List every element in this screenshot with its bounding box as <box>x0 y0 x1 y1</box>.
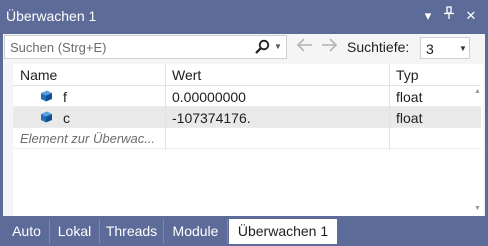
window-menu-dropdown-icon[interactable]: ▾ <box>419 6 437 26</box>
column-divider <box>165 64 166 150</box>
watch-name: f <box>63 89 67 105</box>
search-depth-value: 3 <box>426 41 434 57</box>
watch-value[interactable]: -107374176. <box>172 110 251 126</box>
variable-cube-icon <box>40 111 53 123</box>
search-placeholder: Suchen (Strg+E) <box>10 40 107 55</box>
tab-strip: Auto Lokal Threads Module Überwachen 1 <box>0 216 488 246</box>
tab-auto[interactable]: Auto <box>4 219 50 244</box>
watch-window: Überwachen 1 ▾ ✕ Suchen (Strg+E) ▼ Sucht… <box>0 0 488 246</box>
scroll-down-icon[interactable]: ▼ <box>474 205 481 212</box>
watch-grid: Name Wert Typ f 0.00000000 float c -1073… <box>13 64 483 216</box>
watch-panel: Suchen (Strg+E) ▼ Suchtiefe: 3 ▼ Name We… <box>3 34 485 216</box>
tab-lokal[interactable]: Lokal <box>50 219 100 244</box>
tab-threads[interactable]: Threads <box>100 219 164 244</box>
window-title: Überwachen 1 <box>6 8 97 24</box>
column-header-type[interactable]: Typ <box>389 64 481 86</box>
table-row[interactable]: c -107374176. float <box>13 107 481 128</box>
chevron-down-icon: ▼ <box>459 44 467 53</box>
watch-type: float <box>396 110 423 126</box>
search-icon[interactable] <box>254 39 270 55</box>
add-watch-row[interactable]: Element zur Überwac... <box>13 128 481 149</box>
watch-type: float <box>396 89 423 105</box>
title-bar[interactable]: Überwachen 1 ▾ ✕ <box>0 0 488 34</box>
variable-cube-icon <box>40 90 53 102</box>
vertical-scrollbar[interactable]: ▲ ▼ <box>473 86 483 216</box>
add-watch-placeholder[interactable]: Element zur Überwac... <box>20 131 155 146</box>
tab-module[interactable]: Module <box>164 219 228 244</box>
arrow-right-icon[interactable] <box>320 37 338 58</box>
watch-value[interactable]: 0.00000000 <box>172 89 246 105</box>
arrow-left-icon[interactable] <box>296 37 314 58</box>
column-header-value[interactable]: Wert <box>165 64 389 86</box>
toolbar: Suchen (Strg+E) ▼ Suchtiefe: 3 ▼ <box>3 34 485 62</box>
table-row[interactable]: f 0.00000000 float <box>13 86 481 107</box>
column-divider <box>389 64 390 150</box>
close-icon[interactable]: ✕ <box>462 6 480 26</box>
search-input[interactable]: Suchen (Strg+E) ▼ <box>4 35 287 59</box>
tab-ueberwachen-1[interactable]: Überwachen 1 <box>229 219 337 244</box>
search-depth-label: Suchtiefe: <box>347 39 410 55</box>
search-depth-select[interactable]: 3 ▼ <box>420 37 470 59</box>
search-options-dropdown-icon[interactable]: ▼ <box>274 42 282 51</box>
pin-icon[interactable] <box>440 6 458 26</box>
watch-name: c <box>63 110 70 126</box>
column-header-name[interactable]: Name <box>13 64 165 86</box>
scroll-up-icon[interactable]: ▲ <box>474 88 481 95</box>
